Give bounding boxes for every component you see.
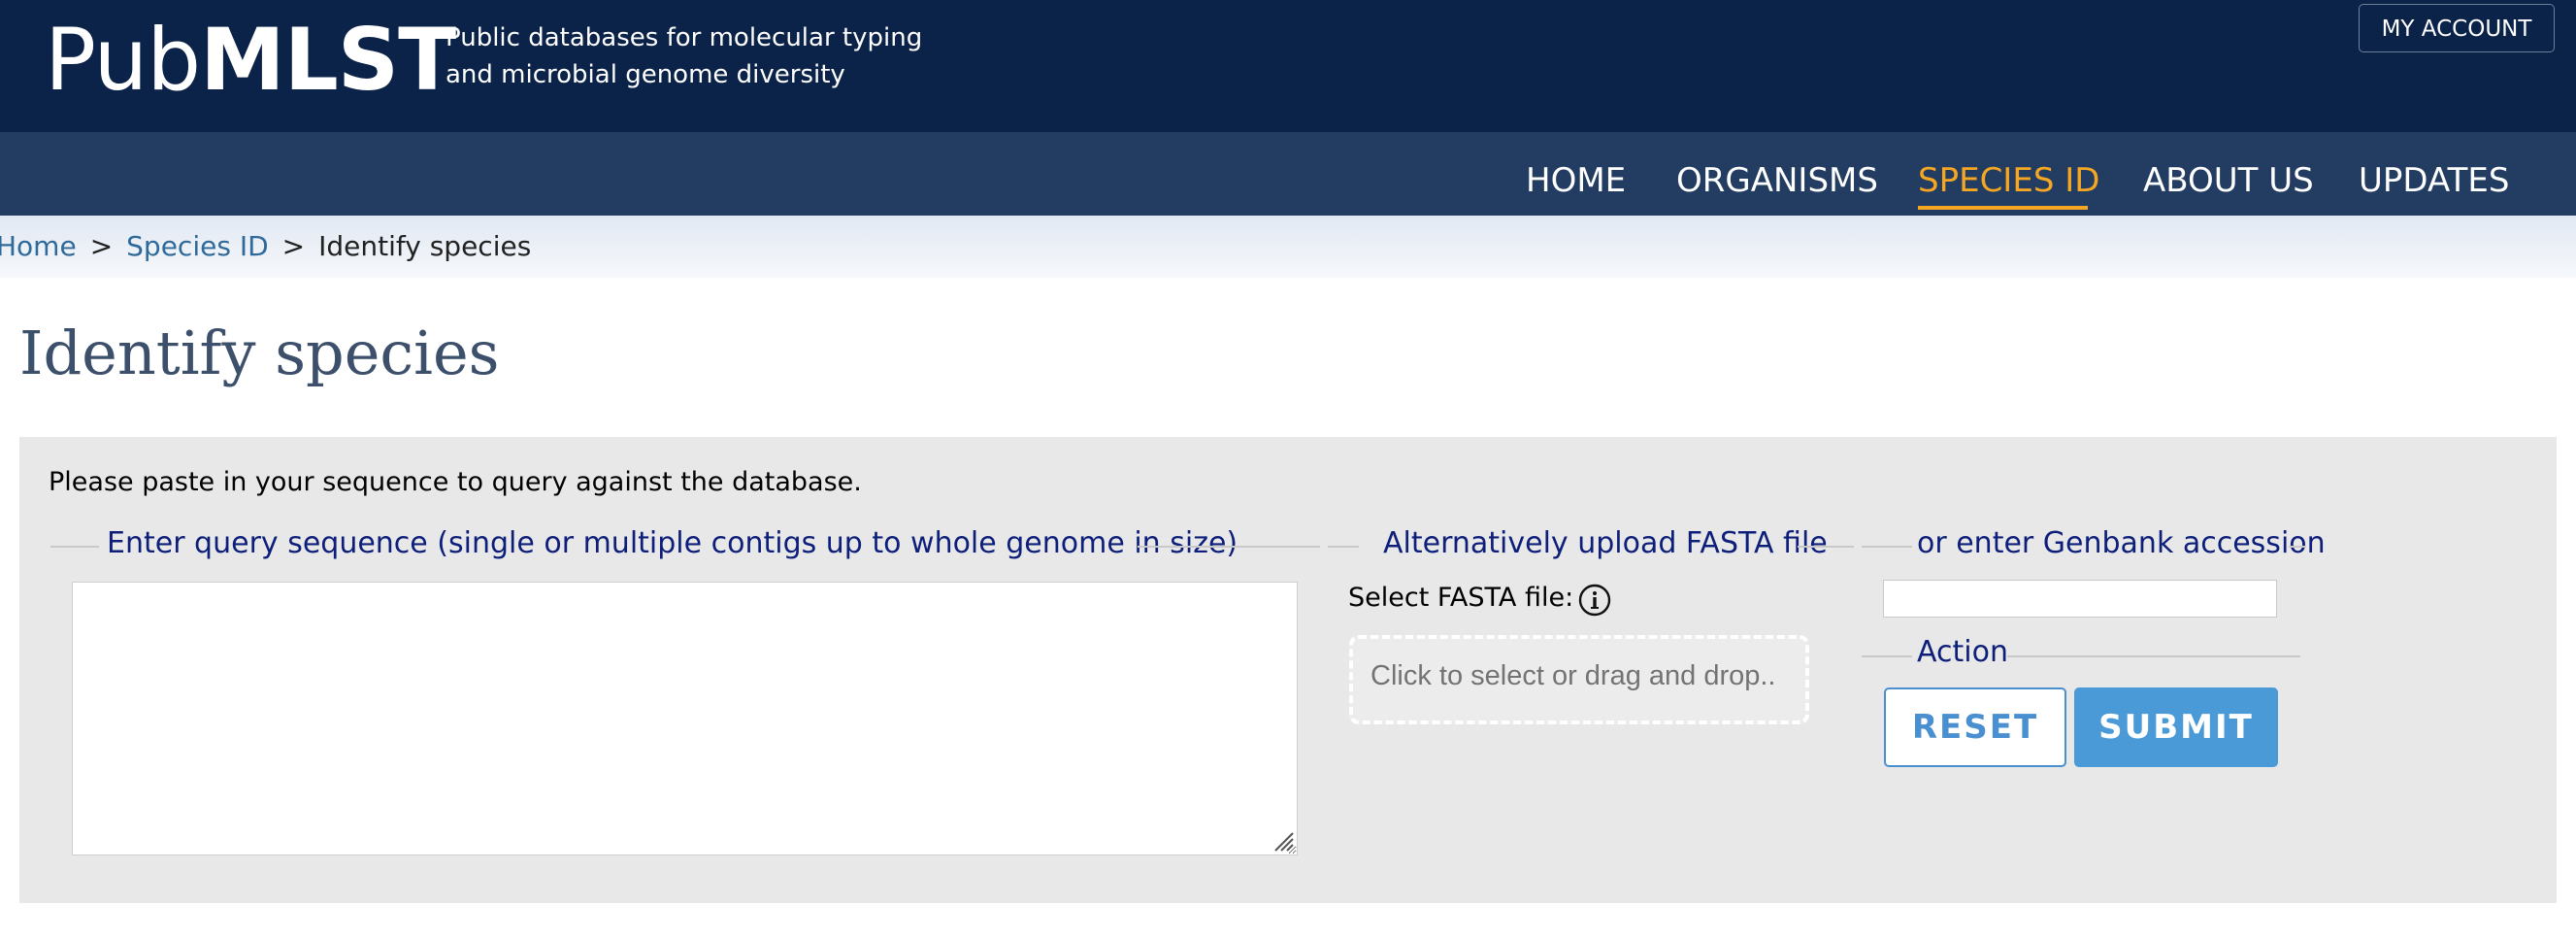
nav-item-home[interactable]: HOME xyxy=(1526,132,1626,216)
dropzone-text: Click to select or drag and drop.. xyxy=(1371,660,1776,691)
logo-light-text: Pub xyxy=(45,10,201,110)
nav-item-about-us[interactable]: ABOUT US xyxy=(2143,132,2314,216)
breadcrumb-current: Identify species xyxy=(318,230,532,262)
intro-text: Please paste in your sequence to query a… xyxy=(49,467,862,497)
query-sequence-textarea[interactable] xyxy=(72,582,1298,855)
upload-fasta-legend: Alternatively upload FASTA file xyxy=(1383,526,1828,560)
query-sequence-legend: Enter query sequence (single or multiple… xyxy=(107,526,1238,560)
nav-item-organisms[interactable]: ORGANISMS xyxy=(1676,132,1878,216)
breadcrumb-separator: > xyxy=(281,230,306,262)
pubmlst-logo[interactable]: PubMLST xyxy=(45,14,456,107)
action-legend: Action xyxy=(1917,635,2008,669)
select-fasta-label: Select FASTA file: xyxy=(1348,583,1574,613)
legend-rule xyxy=(2289,546,2306,548)
legend-rule xyxy=(1138,546,1320,548)
legend-rule xyxy=(1328,546,1359,548)
tagline-line-1: Public databases for molecular typing xyxy=(446,23,923,52)
legend-rule xyxy=(1862,546,1912,548)
reset-button[interactable]: RESET xyxy=(1884,687,2066,767)
my-account-button[interactable]: MY ACCOUNT xyxy=(2359,4,2555,52)
site-tagline: Public databases for molecular typing an… xyxy=(446,19,922,93)
fasta-file-dropzone[interactable]: Click to select or drag and drop.. xyxy=(1349,635,1809,724)
info-icon[interactable] xyxy=(1578,584,1611,617)
site-header: PubMLST Public databases for molecular t… xyxy=(0,0,2576,132)
page-title: Identify species xyxy=(19,318,500,388)
nav-active-indicator xyxy=(1918,206,2088,210)
main-nav: HOME ORGANISMS SPECIES ID ABOUT US UPDAT… xyxy=(0,132,2576,216)
nav-item-updates[interactable]: UPDATES xyxy=(2359,132,2509,216)
breadcrumb: Home > Species ID > Identify species xyxy=(0,227,531,266)
breadcrumb-species-id-link[interactable]: Species ID xyxy=(126,230,268,262)
tagline-line-2: and microbial genome diversity xyxy=(446,60,845,89)
legend-rule xyxy=(1862,655,1912,657)
legend-rule xyxy=(2007,655,2300,657)
breadcrumb-bar: Home > Species ID > Identify species xyxy=(0,216,2576,278)
legend-rule xyxy=(50,546,99,548)
submit-button[interactable]: SUBMIT xyxy=(2074,687,2278,767)
breadcrumb-separator: > xyxy=(89,230,114,262)
legend-rule xyxy=(1798,546,1854,548)
resize-handle-icon[interactable] xyxy=(1271,829,1295,853)
nav-item-species-id[interactable]: SPECIES ID xyxy=(1918,132,2099,216)
genbank-accession-legend: or enter Genbank accession xyxy=(1917,526,2326,560)
breadcrumb-home-link[interactable]: Home xyxy=(0,230,77,262)
logo-bold-text: MLST xyxy=(200,10,456,110)
genbank-accession-input[interactable] xyxy=(1883,580,2277,618)
